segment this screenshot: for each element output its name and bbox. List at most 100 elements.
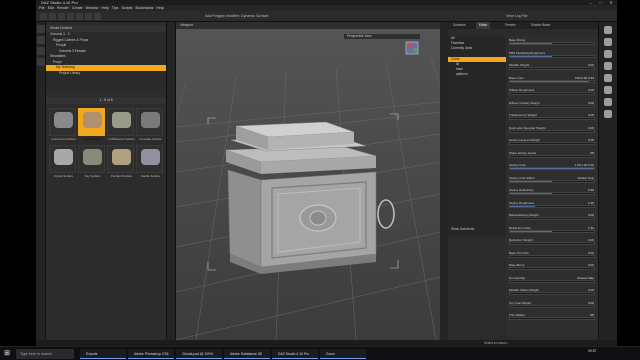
property-value[interactable]: 0.00 [588, 63, 594, 67]
property-slider[interactable] [509, 42, 595, 45]
timeline-icon[interactable] [604, 110, 612, 118]
property-value[interactable]: 1.50 [588, 226, 594, 230]
parameters-tab-icon[interactable] [37, 58, 45, 66]
taskbar-app[interactable]: Zoom [320, 349, 366, 359]
content-thumbnail[interactable]: Cobblestone Surface [107, 108, 135, 141]
property-value[interactable]: Off [590, 151, 594, 155]
taskbar-app[interactable]: Adobe Photoshop CS6 [128, 349, 174, 359]
property-slider[interactable] [509, 204, 595, 208]
property-value[interactable]: 0.50 [588, 188, 594, 192]
surface-property[interactable]: Glossy Roughness 0.30 [508, 201, 596, 209]
parameters-icon[interactable] [604, 62, 612, 70]
property-value[interactable]: 0.30 [588, 201, 594, 205]
surface-property[interactable]: Glossy Color Effect Scatter Only [508, 176, 596, 184]
show-sub-items-checkbox[interactable]: Show Sub Items [448, 227, 506, 232]
camera-dropdown[interactable]: Perspective View [344, 34, 420, 39]
property-slider[interactable] [509, 192, 595, 195]
property-slider[interactable] [509, 104, 595, 108]
taskbar-app[interactable]: DAZ Studio 4.10 Pro [272, 349, 318, 359]
surface-property[interactable]: Base Color 0.94 0.94 0.94 [508, 76, 596, 84]
property-slider[interactable] [509, 217, 595, 220]
property-value[interactable]: 0.00 [588, 101, 594, 105]
smart-content-tab-icon[interactable] [37, 36, 45, 44]
property-slider[interactable] [509, 267, 595, 270]
select-tool-icon[interactable] [40, 13, 47, 20]
property-value[interactable]: 0.00 [588, 301, 594, 305]
render-settings-icon[interactable] [94, 13, 101, 20]
surfaces-tab[interactable]: Surfaces [450, 22, 469, 29]
move-tool-icon[interactable] [49, 13, 56, 20]
property-value[interactable]: 0.00 [588, 288, 594, 292]
property-slider[interactable] [509, 279, 595, 283]
property-value[interactable]: Choose Map [577, 276, 594, 280]
tree-item[interactable]: Project Library [46, 71, 166, 77]
content-thumbnail[interactable]: Pendant Surface [107, 145, 134, 178]
viewport[interactable] [176, 22, 440, 340]
windows-start-icon[interactable]: ⊞ [2, 349, 12, 359]
taskbar-search[interactable]: Type here to search [16, 349, 74, 359]
surface-property[interactable]: Base Thin Film 0.00 [508, 251, 596, 259]
content-thumbnail[interactable]: Chest Surface [78, 108, 105, 141]
surfaces-icon[interactable] [604, 50, 612, 58]
surface-property[interactable]: Thin Walled Off [508, 313, 596, 321]
surface-property[interactable]: Glossy Color 1.00 1.00 1.00 [508, 163, 596, 171]
property-slider[interactable] [509, 129, 595, 133]
surface-property[interactable]: Refraction Weight 0.00 [508, 238, 596, 246]
property-value[interactable]: 0.00 [588, 238, 594, 242]
content-library-tab-icon[interactable] [37, 25, 45, 33]
property-slider[interactable] [509, 304, 595, 308]
surfaces-tab[interactable]: Presets [502, 22, 519, 29]
property-slider[interactable] [509, 317, 595, 320]
property-slider[interactable] [509, 117, 595, 120]
surface-property[interactable]: Backscattering Weight 0.00 [508, 213, 596, 221]
property-slider[interactable] [509, 79, 595, 83]
surface-property[interactable]: Translucency Weight 0.00 [508, 113, 596, 121]
surface-property[interactable]: Refraction Index 1.50 [508, 226, 596, 234]
property-value[interactable]: 0.00 [588, 263, 594, 267]
content-thumbnail[interactable]: Automotive Surface [49, 108, 76, 141]
render-icon[interactable] [85, 13, 92, 20]
modifier-label[interactable]: Add Polygon Modifier: Dynamic Surface [205, 14, 269, 18]
scale-tool-icon[interactable] [67, 13, 74, 20]
property-slider[interactable] [509, 292, 595, 295]
rotate-tool-icon[interactable] [58, 13, 65, 20]
surface-property[interactable]: Base Mixing [508, 38, 596, 46]
property-slider[interactable] [509, 179, 595, 183]
content-thumbnail[interactable]: Crystal Surface [49, 145, 76, 178]
property-value[interactable]: 0.00 [588, 113, 594, 117]
cameras-icon[interactable] [604, 38, 612, 46]
property-value[interactable]: 0.00 [588, 251, 594, 255]
content-thumbnail[interactable]: Compass Surface [136, 108, 163, 141]
property-value[interactable]: 1.00 1.00 1.00 [575, 163, 594, 167]
surface-property[interactable]: Normal Map Choose Map [508, 276, 596, 284]
lights-icon[interactable] [604, 26, 612, 34]
surface-property[interactable]: PBR Metallicity/Roughness [508, 51, 596, 59]
content-thumbnail[interactable]: Candle Surface [136, 145, 163, 178]
property-slider[interactable] [509, 229, 595, 233]
property-value[interactable]: 0.00 [588, 88, 594, 92]
taskbar-app[interactable]: Adobe Substance 3D [224, 349, 270, 359]
content-thumbnail[interactable]: Key Surface [78, 145, 105, 178]
property-slider[interactable] [509, 67, 595, 70]
scene-tab-icon[interactable] [37, 47, 45, 55]
property-slider[interactable] [509, 54, 595, 58]
property-slider[interactable] [509, 154, 595, 158]
surface-property[interactable]: Base Bump 0.00 [508, 263, 596, 271]
surface-property[interactable]: Dual Lobe Specular Weight 0.00 [508, 126, 596, 134]
surface-tree-item[interactable]: platform [448, 72, 506, 77]
property-value[interactable]: Scatter Only [577, 176, 594, 180]
surface-tool-icon[interactable] [76, 13, 83, 20]
property-value[interactable]: 0.00 [588, 126, 594, 130]
taskbar-app[interactable]: Exports [80, 349, 126, 359]
surface-property[interactable]: Diffuse Overlay Weight 0.00 [508, 101, 596, 109]
view-log-label[interactable]: View Log File [506, 14, 528, 18]
surface-property[interactable]: Metallic Flakes Weight 0.00 [508, 288, 596, 296]
viewport-tab[interactable]: Viewport [176, 22, 440, 29]
property-value[interactable]: 0.94 0.94 0.94 [575, 76, 594, 80]
property-slider[interactable] [509, 92, 595, 95]
property-slider[interactable] [509, 167, 595, 170]
posing-icon[interactable] [604, 86, 612, 94]
surface-property[interactable]: Top Coat Weight 0.00 [508, 301, 596, 309]
property-value[interactable]: 0.00 [588, 213, 594, 217]
property-slider[interactable] [509, 254, 595, 258]
